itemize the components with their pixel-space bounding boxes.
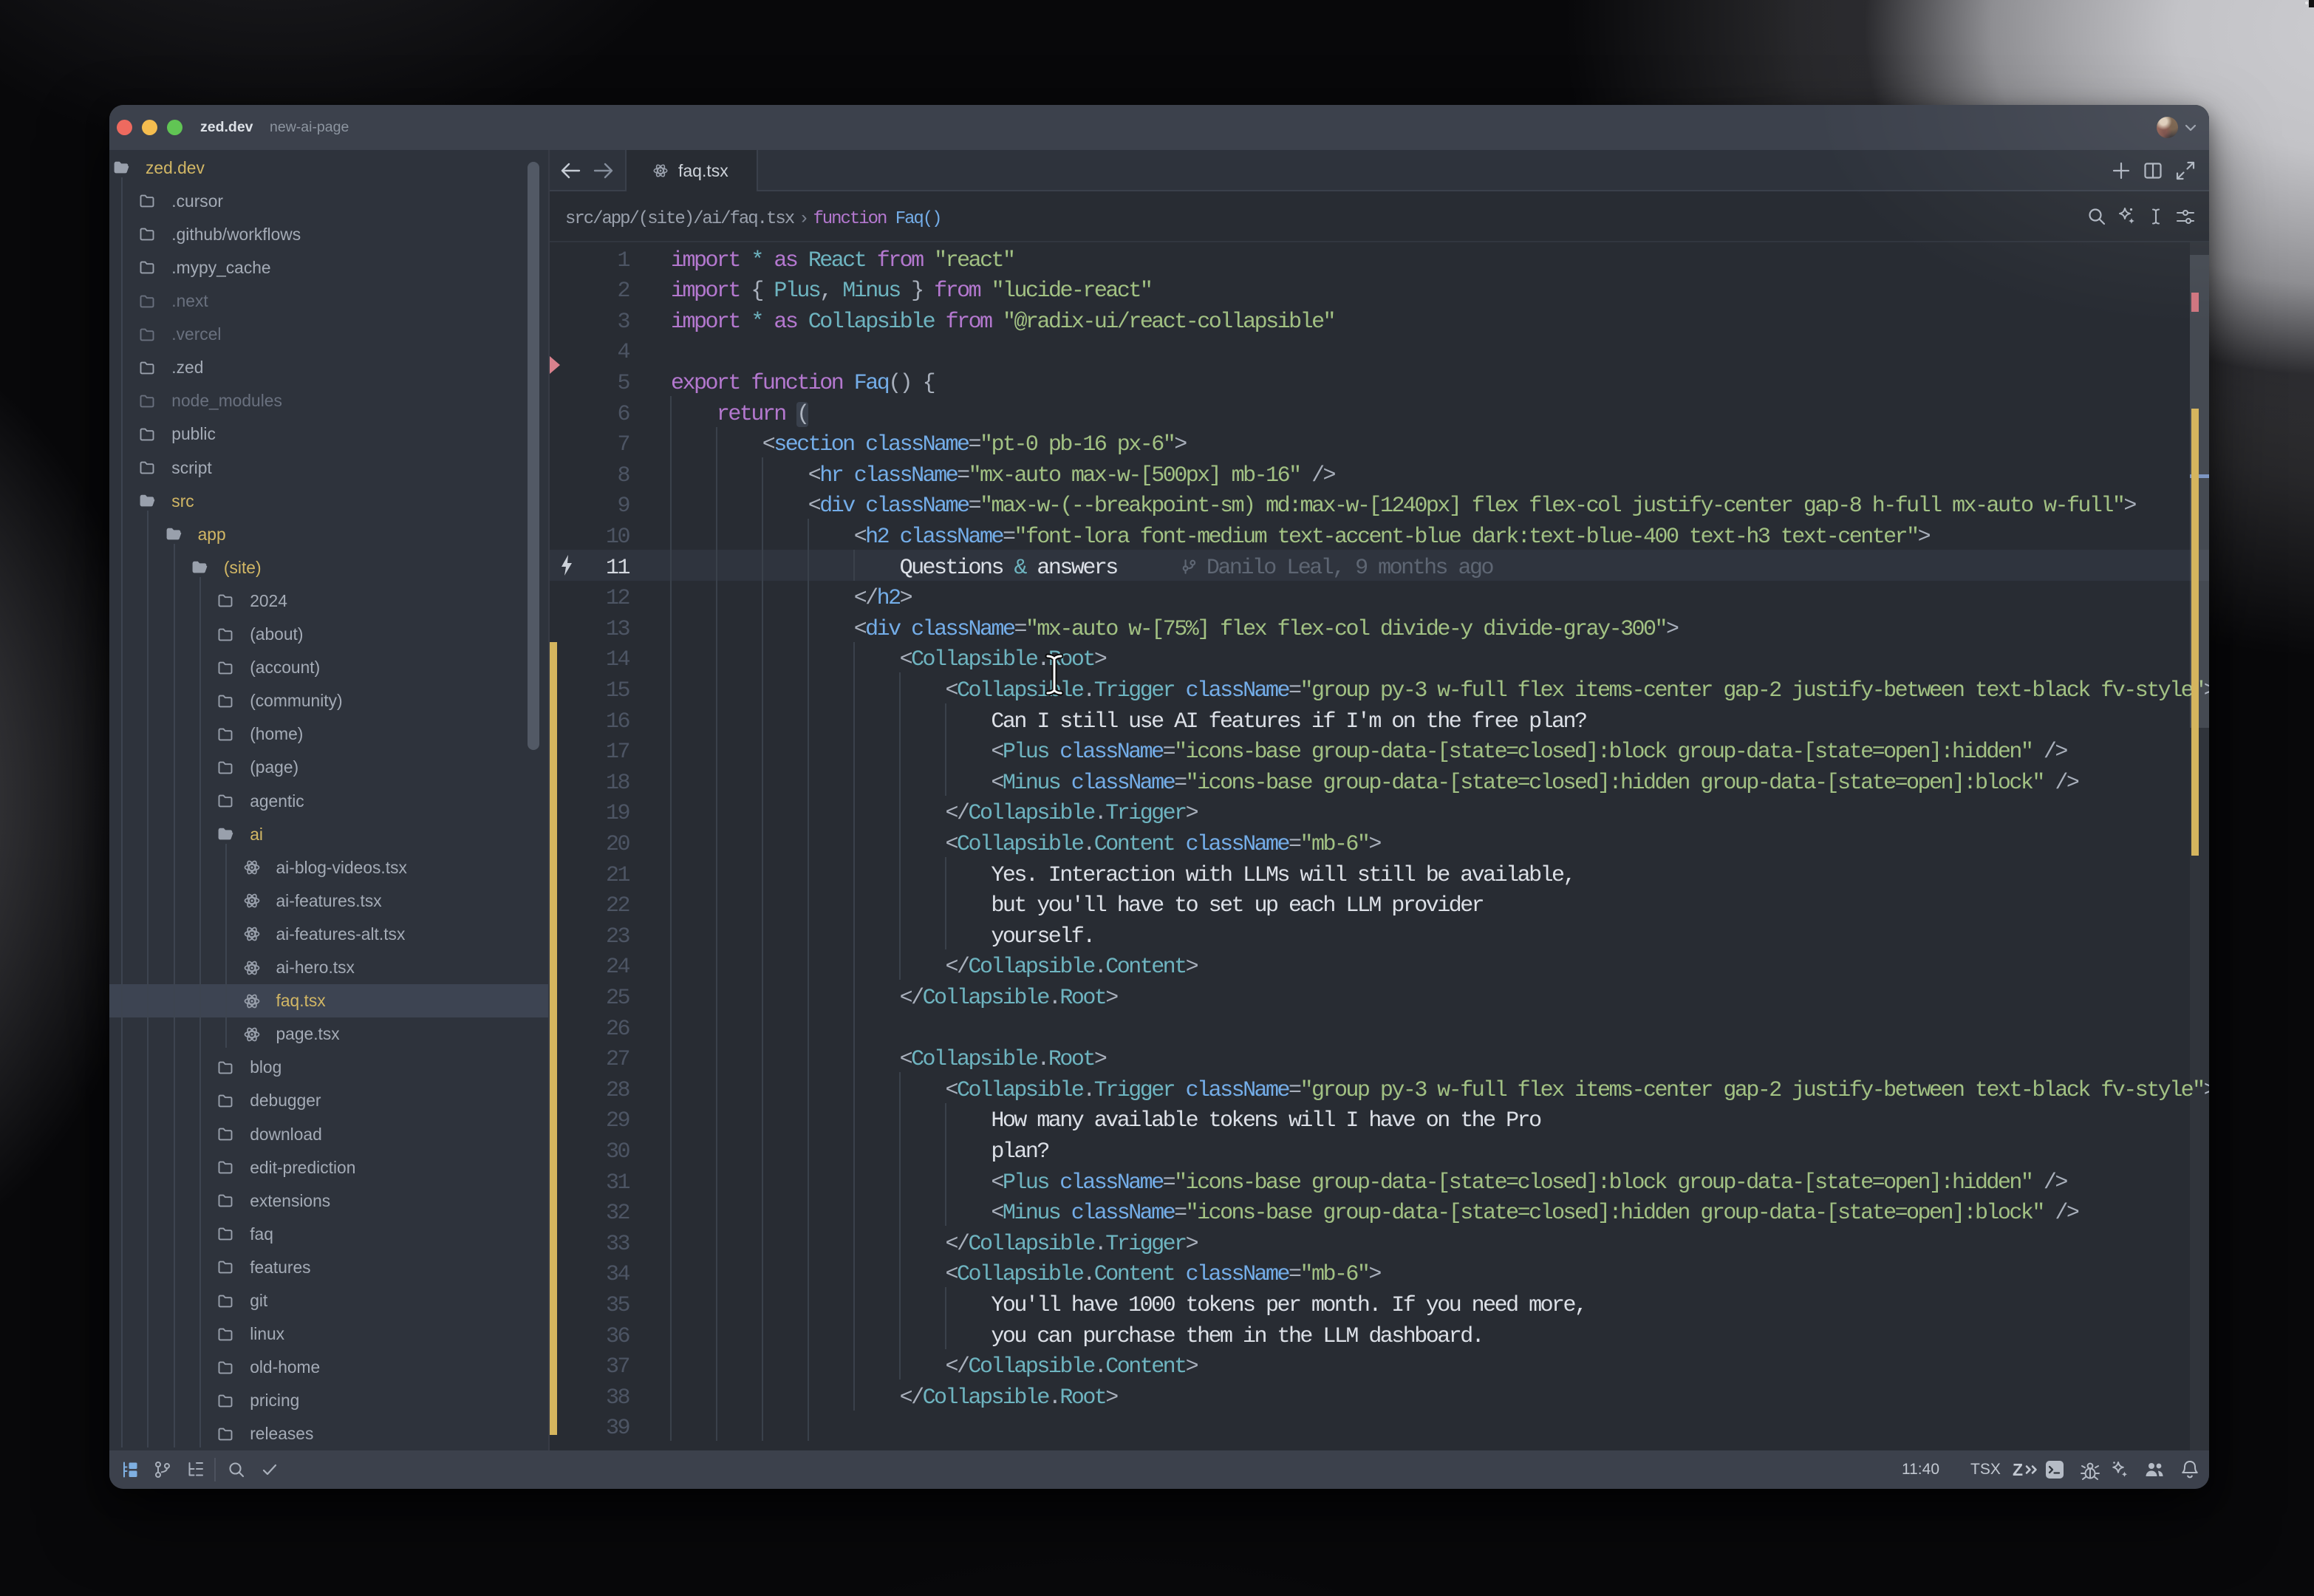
svg-text:Z: Z [2013, 1460, 2023, 1479]
